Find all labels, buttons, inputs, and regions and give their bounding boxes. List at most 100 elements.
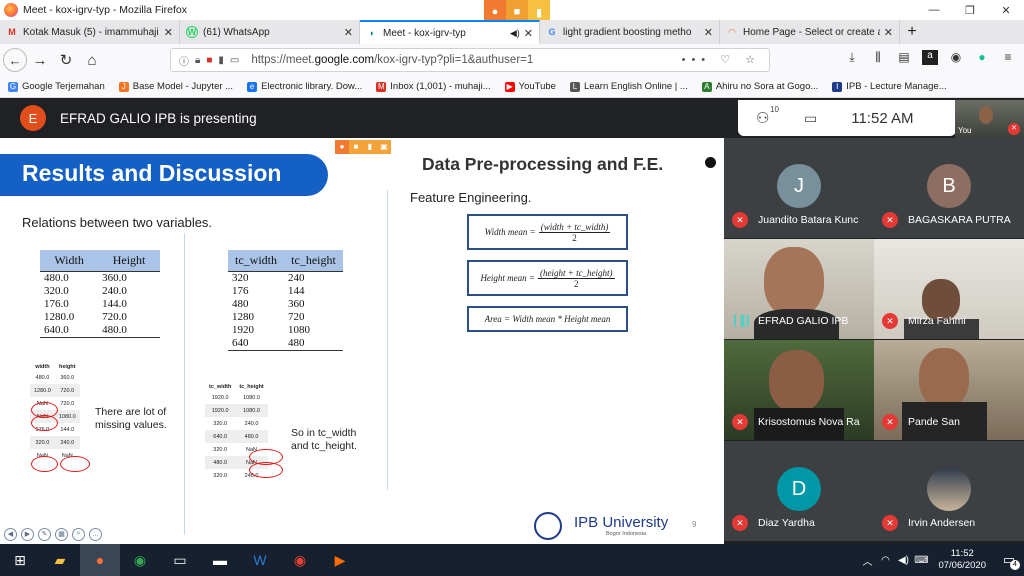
camera-sharing-icon[interactable]: ■ bbox=[349, 140, 363, 154]
wifi-icon[interactable]: ◠ bbox=[876, 555, 894, 566]
forward-button[interactable]: → bbox=[27, 47, 53, 73]
url-bar[interactable]: ⓘ 🔒︎ ■ ▮ ▭ https://meet.google.com/kox-i… bbox=[170, 48, 770, 72]
screen-sharing-icon[interactable]: ▣ bbox=[377, 140, 391, 154]
table-cell: 480.0 bbox=[205, 456, 236, 469]
word-icon[interactable]: W bbox=[240, 544, 280, 576]
grammarly-icon[interactable]: ● bbox=[974, 50, 990, 65]
height-mean-formula: Height mean = (height + tc_height) 2 bbox=[467, 260, 628, 296]
account-icon[interactable]: ◉ bbox=[948, 50, 964, 65]
table-cell: 640.0 bbox=[40, 324, 99, 338]
url-text[interactable]: https://meet.google.com/kox-igrv-typ?pli… bbox=[251, 54, 533, 66]
meet-clock: 11:52 AM bbox=[851, 109, 914, 127]
participant-tile[interactable]: D ✕ Diaz Yardha bbox=[724, 441, 874, 541]
media-icon[interactable]: ▶ bbox=[320, 544, 360, 576]
bookmark-leaf-icon: A bbox=[701, 81, 712, 92]
table-header: Height bbox=[98, 250, 160, 272]
fraction: (width + tc_width) 2 bbox=[538, 222, 611, 243]
bookmark-learn-english[interactable]: L Learn English Online | ... bbox=[569, 81, 688, 92]
close-tab-icon[interactable]: ✕ bbox=[704, 26, 713, 39]
participant-video-tile[interactable]: ▎▌▎ EFRAD GALIO IPB bbox=[724, 239, 874, 339]
slide-left-title: Results and Discussion bbox=[22, 160, 282, 186]
firefox-sharing-icon[interactable]: ● bbox=[335, 140, 349, 154]
chat-icon[interactable]: ▭ bbox=[804, 110, 817, 127]
tab-meet[interactable]: ◗ Meet - kox-igrv-typ ◀) ✕ bbox=[360, 20, 540, 44]
menu-icon[interactable]: ≡ bbox=[1000, 50, 1016, 65]
prev-slide-icon[interactable]: ◀ bbox=[4, 527, 17, 541]
chevron-up-icon[interactable]: ︿ bbox=[858, 553, 876, 568]
close-tab-icon[interactable]: ✕ bbox=[524, 27, 533, 40]
mic-sharing-icon[interactable]: ▮ bbox=[363, 140, 377, 154]
tab-jupyter[interactable]: ◠ Home Page - Select or create a ✕ bbox=[720, 20, 900, 44]
bookmark-jupyter[interactable]: J Base Model - Jupyter ... bbox=[118, 81, 233, 92]
library-icon[interactable]: ⫼ bbox=[870, 50, 886, 65]
participant-video-tile[interactable]: ✕ Krisostomus Nova Ra bbox=[724, 340, 874, 440]
back-button[interactable]: ← bbox=[3, 48, 27, 72]
more-options-icon[interactable]: … bbox=[89, 527, 102, 541]
bookmark-library[interactable]: e Electronic library. Dow... bbox=[247, 81, 362, 92]
youtube-icon: ▶ bbox=[504, 81, 515, 92]
presenting-text: EFRAD GALIO IPB is presenting bbox=[60, 110, 257, 126]
table-cell: 240.0 bbox=[102, 285, 127, 297]
participant-video-tile[interactable]: ✕ Mirza Fahmi bbox=[874, 239, 1024, 339]
tab-label: Home Page - Select or create a bbox=[743, 26, 880, 38]
bookmark-youtube[interactable]: ▶ YouTube bbox=[504, 81, 556, 92]
next-slide-icon[interactable]: ▶ bbox=[21, 527, 34, 541]
chrome-alt-icon[interactable]: ◉ bbox=[280, 544, 320, 576]
minimize-icon[interactable]: — bbox=[916, 0, 952, 20]
fraction: (height + tc_height) 2 bbox=[538, 268, 615, 289]
chrome-icon[interactable]: ◉ bbox=[120, 544, 160, 576]
table-cell: 176.0 bbox=[44, 298, 69, 310]
home-button[interactable]: ⌂ bbox=[79, 47, 105, 73]
participant-tile[interactable]: J ✕ Juandito Batara Kunc bbox=[724, 138, 874, 238]
speaker-icon[interactable]: ◀) bbox=[510, 28, 520, 39]
slides-grid-icon[interactable]: ▦ bbox=[55, 527, 68, 541]
mic-permission-icon[interactable]: ▮ bbox=[218, 55, 224, 66]
close-tab-icon[interactable]: ✕ bbox=[884, 26, 893, 39]
terminal-icon[interactable]: ▬ bbox=[200, 544, 240, 576]
download-icon[interactable]: ⤓ bbox=[844, 50, 860, 65]
screen-share-icon[interactable]: ▭ bbox=[230, 55, 239, 66]
navigation-bar: ← → ↻ ⌂ ⓘ 🔒︎ ■ ▮ ▭ https://meet.google.c… bbox=[0, 44, 1024, 76]
reload-button[interactable]: ↻ bbox=[53, 47, 79, 73]
camera-permission-icon[interactable]: ■ bbox=[206, 55, 212, 66]
participant-tile[interactable]: B ✕ BAGASKARA PUTRA bbox=[874, 138, 1024, 238]
table-cell: 480.0 bbox=[35, 374, 50, 381]
bookmark-google-translate[interactable]: G Google Terjemahan bbox=[8, 81, 105, 92]
taskbar-clock[interactable]: 11:52 07/06/2020 bbox=[938, 548, 986, 572]
volume-icon[interactable]: ◀) bbox=[894, 555, 912, 566]
sidebar-icon[interactable]: ▤ bbox=[896, 50, 912, 65]
table-cell: 480.0 bbox=[44, 272, 69, 284]
amazon-icon[interactable]: a bbox=[922, 50, 938, 65]
bookmark-ipb[interactable]: I IPB - Lecture Manage... bbox=[832, 81, 947, 92]
participants-button[interactable]: ⚇ 10 bbox=[756, 105, 786, 127]
close-tab-icon[interactable]: ✕ bbox=[164, 26, 173, 39]
table-cell: 480 bbox=[232, 298, 249, 310]
bookmark-inbox[interactable]: M Inbox (1,001) - muhaji... bbox=[376, 81, 491, 92]
pen-icon[interactable]: ✎ bbox=[38, 527, 51, 541]
close-tab-icon[interactable]: ✕ bbox=[344, 26, 353, 39]
participant-video-tile[interactable]: ✕ Pande San bbox=[874, 340, 1024, 440]
restore-icon[interactable]: ❐ bbox=[952, 0, 988, 20]
windows-icon[interactable]: ⊞ bbox=[0, 544, 40, 576]
tab-google-search[interactable]: G light gradient boosting metho ✕ bbox=[540, 20, 720, 44]
missing-values-note: There are lot of missing values. bbox=[95, 406, 167, 431]
self-view[interactable]: You ✕ bbox=[955, 100, 1024, 138]
zoom-icon[interactable]: ⌕ bbox=[72, 527, 85, 541]
table-cell: 320.0 bbox=[213, 472, 228, 479]
file-explorer-icon[interactable]: ▰ bbox=[40, 544, 80, 576]
new-tab-button[interactable]: + bbox=[900, 20, 924, 44]
info-icon[interactable]: ⓘ bbox=[179, 53, 189, 68]
notification-center-icon[interactable]: ▭ 4 bbox=[994, 552, 1024, 570]
page-actions[interactable]: ••• ♡ ☆ bbox=[682, 53, 761, 66]
table-cell: 320.0 bbox=[213, 446, 228, 453]
close-icon[interactable]: ✕ bbox=[988, 0, 1024, 20]
app-icon[interactable]: ▭ bbox=[160, 544, 200, 576]
bookmark-ahiru[interactable]: A Ahiru no Sora at Gogo... bbox=[701, 81, 818, 92]
participant-tile[interactable]: ✕ Irvin Andersen bbox=[874, 441, 1024, 541]
table-row: 1920.0 1080.0 bbox=[205, 404, 268, 417]
tab-gmail[interactable]: M Kotak Masuk (5) - imammuhaji ✕ bbox=[0, 20, 180, 44]
keyboard-icon[interactable]: ⌨ bbox=[912, 555, 930, 566]
meet-top-controls: ⚇ 10 ▭ 11:52 AM bbox=[738, 100, 956, 136]
tab-whatsapp[interactable]: W (61) WhatsApp ✕ bbox=[180, 20, 360, 44]
firefox-icon[interactable]: ● bbox=[80, 544, 120, 576]
